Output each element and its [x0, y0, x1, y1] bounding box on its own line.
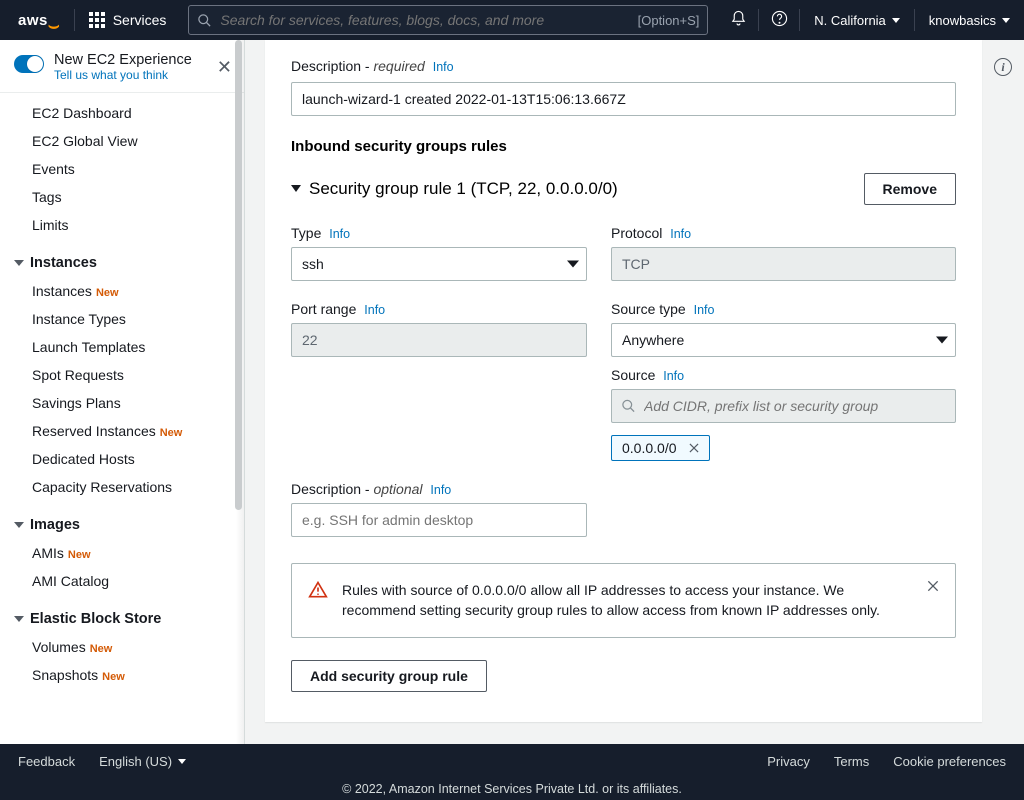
chevron-down-icon: [14, 616, 24, 622]
info-link[interactable]: Info: [433, 60, 454, 74]
rule-port-field: [291, 323, 587, 357]
grid-icon: [89, 12, 105, 28]
open-source-warning: Rules with source of 0.0.0.0/0 allow all…: [291, 563, 956, 638]
info-link[interactable]: Info: [663, 369, 684, 383]
search-icon: [197, 13, 212, 28]
sidebar-section[interactable]: Instances: [0, 239, 244, 277]
source-tag: 0.0.0.0/0: [611, 435, 710, 461]
new-badge: New: [160, 427, 183, 439]
copyright: © 2022, Amazon Internet Services Private…: [0, 778, 1024, 800]
services-label: Services: [113, 12, 167, 28]
info-panel-toggle[interactable]: i: [994, 58, 1012, 76]
info-link[interactable]: Info: [329, 227, 350, 241]
global-search[interactable]: [Option+S]: [188, 5, 708, 35]
sidebar-item[interactable]: EC2 Dashboard: [0, 99, 244, 127]
remove-rule-button[interactable]: Remove: [864, 173, 956, 205]
services-menu[interactable]: Services: [75, 12, 181, 28]
sidebar-section[interactable]: Elastic Block Store: [0, 595, 244, 633]
privacy-link[interactable]: Privacy: [767, 754, 810, 769]
bell-icon: [730, 10, 747, 27]
rule-description-input[interactable]: [291, 503, 587, 537]
info-link[interactable]: Info: [364, 303, 385, 317]
search-input[interactable]: [212, 12, 637, 28]
rule-type-select[interactable]: [291, 247, 587, 281]
sidebar-item[interactable]: SnapshotsNew: [0, 661, 244, 689]
info-link[interactable]: Info: [694, 303, 715, 317]
rule-description-label: Description - optional Info: [291, 481, 587, 497]
chevron-down-icon: [178, 759, 186, 764]
sidebar-item[interactable]: Launch Templates: [0, 333, 244, 361]
dismiss-warning-button[interactable]: [925, 578, 941, 599]
sidebar-item[interactable]: Tags: [0, 183, 244, 211]
sidebar-item[interactable]: Savings Plans: [0, 389, 244, 417]
info-link[interactable]: Info: [430, 483, 451, 497]
notifications-button[interactable]: [718, 10, 758, 30]
sidebar-item[interactable]: VolumesNew: [0, 633, 244, 661]
chevron-down-icon: [936, 337, 948, 344]
sidebar-item[interactable]: Instance Types: [0, 305, 244, 333]
new-experience-feedback-link[interactable]: Tell us what you think: [54, 68, 192, 82]
rule-title: Security group rule 1 (TCP, 22, 0.0.0.0/…: [309, 179, 618, 199]
close-icon[interactable]: ✕: [217, 52, 232, 76]
sidebar-item[interactable]: AMI Catalog: [0, 567, 244, 595]
description-label: Description - required Info: [291, 58, 956, 74]
new-badge: New: [96, 287, 119, 299]
help-button[interactable]: [759, 10, 799, 30]
chevron-down-icon: [567, 261, 579, 268]
source-input[interactable]: [611, 389, 956, 423]
rule-protocol-field: [611, 247, 956, 281]
feedback-link[interactable]: Feedback: [18, 754, 75, 769]
sidebar-section[interactable]: Images: [0, 501, 244, 539]
sidebar-item[interactable]: Reserved InstancesNew: [0, 417, 244, 445]
sidebar-scrollbar[interactable]: [235, 40, 242, 510]
sidebar-item[interactable]: AMIsNew: [0, 539, 244, 567]
terms-link[interactable]: Terms: [834, 754, 869, 769]
new-experience-toggle[interactable]: [14, 55, 44, 73]
chevron-down-icon: [14, 260, 24, 266]
sidebar-item[interactable]: Limits: [0, 211, 244, 239]
cookie-link[interactable]: Cookie preferences: [893, 754, 1006, 769]
sidebar-item[interactable]: Capacity Reservations: [0, 473, 244, 501]
sidebar-item[interactable]: Events: [0, 155, 244, 183]
sidebar-item[interactable]: EC2 Global View: [0, 127, 244, 155]
language-selector[interactable]: English (US): [99, 754, 186, 769]
sg-description-input[interactable]: [291, 82, 956, 116]
chevron-down-icon: [892, 18, 900, 23]
source-type-select[interactable]: [611, 323, 956, 357]
remove-tag-button[interactable]: [687, 441, 701, 455]
info-link[interactable]: Info: [670, 227, 691, 241]
new-badge: New: [68, 549, 91, 561]
sidebar-item[interactable]: Dedicated Hosts: [0, 445, 244, 473]
sidebar-item[interactable]: InstancesNew: [0, 277, 244, 305]
chevron-down-icon[interactable]: [291, 185, 301, 192]
inbound-rules-heading: Inbound security groups rules: [291, 138, 956, 155]
add-rule-button[interactable]: Add security group rule: [291, 660, 487, 692]
search-shortcut: [Option+S]: [638, 13, 700, 28]
new-experience-title: New EC2 Experience: [54, 52, 192, 68]
new-badge: New: [102, 671, 125, 683]
search-icon: [621, 399, 636, 414]
aws-logo[interactable]: aws⌣: [0, 11, 74, 29]
sidebar-item[interactable]: Spot Requests: [0, 361, 244, 389]
account-menu[interactable]: knowbasics: [915, 13, 1024, 28]
region-selector[interactable]: N. California: [800, 13, 914, 28]
help-icon: [771, 10, 788, 27]
chevron-down-icon: [1002, 18, 1010, 23]
warning-icon: [308, 580, 328, 621]
chevron-down-icon: [14, 522, 24, 528]
new-badge: New: [90, 643, 113, 655]
